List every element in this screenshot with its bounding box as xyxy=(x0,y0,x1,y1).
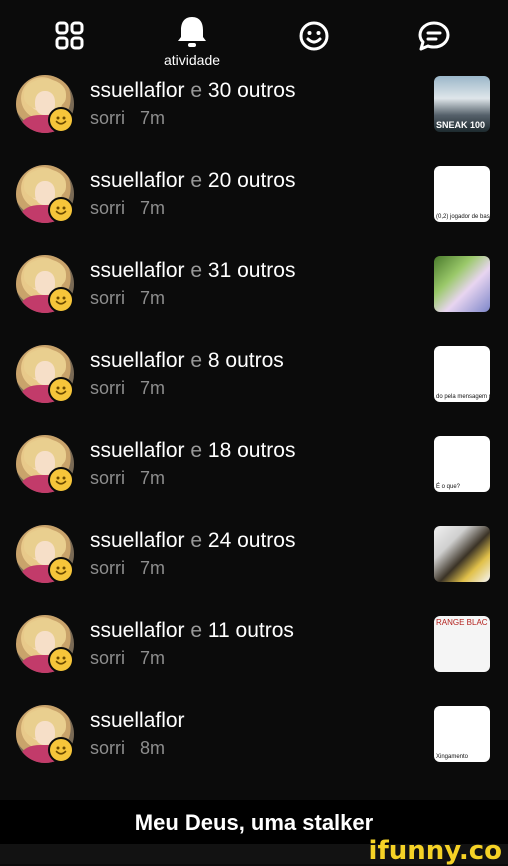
connector: e xyxy=(190,529,203,552)
thumbnail-text: do pela mensagem p xyxy=(436,394,490,400)
post-thumbnail[interactable]: É o que? xyxy=(434,436,490,492)
caption-text: Meu Deus, uma stalker xyxy=(134,810,374,835)
thumbnail-text: RANGE BLAC xyxy=(436,618,488,627)
timestamp: 7m xyxy=(140,288,166,308)
list-item[interactable]: ssuellaflor e 31 outros sorri 7m xyxy=(0,252,508,342)
thumbnail-text: SNEAK 100 xyxy=(436,120,486,130)
activity-title: ssuellaflor e 20 outros xyxy=(90,169,295,193)
activity-title: ssuellaflor e 18 outros xyxy=(90,439,295,463)
connector: e xyxy=(190,439,203,462)
activity-title: ssuellaflor e 30 outros xyxy=(90,79,295,103)
activity-subtitle: sorri 7m xyxy=(90,108,165,129)
username[interactable]: ssuellaflor xyxy=(90,169,185,192)
activity-title: ssuellaflor xyxy=(90,709,185,733)
activity-title: ssuellaflor e 11 outros xyxy=(90,619,294,643)
smile-reaction-icon xyxy=(48,467,74,493)
action-text: sorri xyxy=(90,558,125,578)
smile-reaction-icon xyxy=(48,107,74,133)
list-item[interactable]: ssuellaflor e 30 outros sorri 7m SNEAK 1… xyxy=(0,72,508,162)
post-thumbnail[interactable]: RANGE BLAC xyxy=(434,616,490,672)
post-thumbnail[interactable]: SNEAK 100 xyxy=(434,76,490,132)
post-thumbnail[interactable]: do pela mensagem p xyxy=(434,346,490,402)
smile-reaction-icon xyxy=(48,287,74,313)
action-text: sorri xyxy=(90,468,125,488)
activity-subtitle: sorri 7m xyxy=(90,198,165,219)
username[interactable]: ssuellaflor xyxy=(90,259,185,282)
action-text: sorri xyxy=(90,108,125,128)
action-text: sorri xyxy=(90,198,125,218)
activity-subtitle: sorri 7m xyxy=(90,648,165,669)
timestamp: 7m xyxy=(140,468,166,488)
username[interactable]: ssuellaflor xyxy=(90,709,185,732)
others-count: 30 outros xyxy=(207,79,296,102)
username[interactable]: ssuellaflor xyxy=(90,349,185,372)
activity-subtitle: sorri 7m xyxy=(90,468,165,489)
connector: e xyxy=(190,619,203,642)
smile-reaction-icon xyxy=(48,557,74,583)
activity-title: ssuellaflor e 8 outros xyxy=(90,349,284,373)
timestamp: 7m xyxy=(140,648,166,668)
others-count: 18 outros xyxy=(207,439,296,462)
activity-subtitle: sorri 7m xyxy=(90,288,165,309)
thumbnail-text: Xingamento xyxy=(436,754,469,760)
list-item[interactable]: ssuellaflor e 18 outros sorri 7m É o que… xyxy=(0,432,508,522)
username[interactable]: ssuellaflor xyxy=(90,439,185,462)
list-item[interactable]: ssuellaflor e 8 outros sorri 7m do pela … xyxy=(0,342,508,432)
post-thumbnail[interactable] xyxy=(434,256,490,312)
others-count: 11 outros xyxy=(207,619,294,642)
activity-subtitle: sorri 8m xyxy=(90,738,165,759)
post-thumbnail[interactable]: Xingamento xyxy=(434,706,490,762)
thumbnail-text: (0,2) jogador de basquete ra um metros? … xyxy=(436,214,490,220)
action-text: sorri xyxy=(90,648,125,668)
timestamp: 7m xyxy=(140,108,166,128)
activity-title: ssuellaflor e 24 outros xyxy=(90,529,295,553)
smile-reaction-icon xyxy=(48,377,74,403)
smile-reaction-icon xyxy=(48,197,74,223)
timestamp: 7m xyxy=(140,198,166,218)
grid-icon[interactable] xyxy=(48,14,92,58)
thumbnail-text: É o que? xyxy=(436,484,461,490)
activity-subtitle: sorri 7m xyxy=(90,558,165,579)
others-count: 24 outros xyxy=(207,529,296,552)
username[interactable]: ssuellaflor xyxy=(90,619,185,642)
post-thumbnail[interactable] xyxy=(434,526,490,582)
chat-icon[interactable] xyxy=(412,14,456,58)
activity-title: ssuellaflor e 31 outros xyxy=(90,259,295,283)
smiley-icon[interactable] xyxy=(292,14,336,58)
username[interactable]: ssuellaflor xyxy=(90,529,185,552)
timestamp: 7m xyxy=(140,378,166,398)
connector: e xyxy=(190,79,203,102)
username[interactable]: ssuellaflor xyxy=(90,79,185,102)
activity-subtitle: sorri 7m xyxy=(90,378,165,399)
list-item[interactable]: ssuellaflor e 11 outros sorri 7m RANGE B… xyxy=(0,612,508,702)
post-thumbnail[interactable]: (0,2) jogador de basquete ra um metros? … xyxy=(434,166,490,222)
action-text: sorri xyxy=(90,378,125,398)
smile-reaction-icon xyxy=(48,737,74,763)
connector: e xyxy=(190,259,203,282)
action-text: sorri xyxy=(90,738,125,758)
bell-icon[interactable] xyxy=(170,10,214,54)
top-navigation: atividade xyxy=(0,0,508,72)
connector: e xyxy=(190,169,203,192)
others-count: 8 outros xyxy=(207,349,284,372)
others-count: 20 outros xyxy=(207,169,296,192)
action-text: sorri xyxy=(90,288,125,308)
timestamp: 7m xyxy=(140,558,166,578)
others-count: 31 outros xyxy=(207,259,296,282)
smile-reaction-icon xyxy=(48,647,74,673)
list-item[interactable]: ssuellaflor e 24 outros sorri 7m xyxy=(0,522,508,612)
list-item[interactable]: ssuellaflor e 20 outros sorri 7m (0,2) j… xyxy=(0,162,508,252)
connector: e xyxy=(190,349,203,372)
tab-activity-label[interactable]: atividade xyxy=(155,52,229,68)
watermark: ifunny.co xyxy=(368,836,502,866)
timestamp: 8m xyxy=(140,738,166,758)
list-item[interactable]: ssuellaflor sorri 8m Xingamento xyxy=(0,702,508,792)
